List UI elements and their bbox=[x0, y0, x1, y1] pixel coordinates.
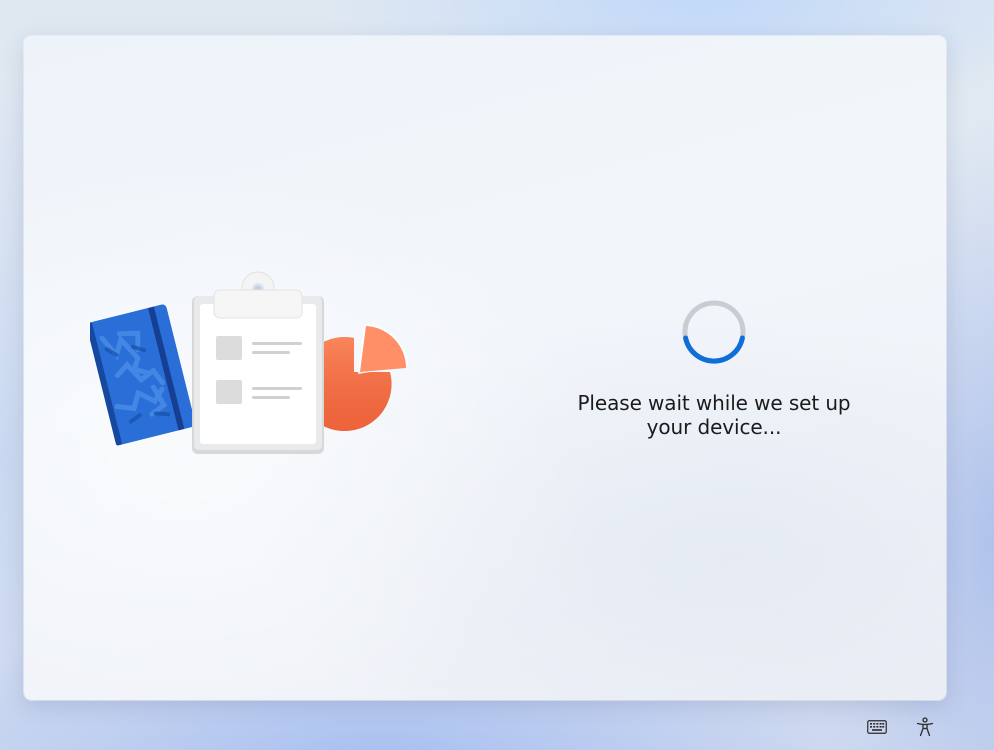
notebook-icon bbox=[90, 304, 196, 446]
accessibility-icon bbox=[916, 716, 934, 742]
clipboard-icon bbox=[192, 271, 324, 454]
keyboard-icon bbox=[867, 719, 887, 739]
keyboard-button[interactable] bbox=[862, 714, 892, 744]
accessibility-button[interactable] bbox=[910, 714, 940, 744]
loading-spinner bbox=[681, 299, 747, 365]
setup-status-message: Please wait while we set up your device.… bbox=[577, 391, 851, 439]
setup-illustration bbox=[90, 270, 410, 460]
